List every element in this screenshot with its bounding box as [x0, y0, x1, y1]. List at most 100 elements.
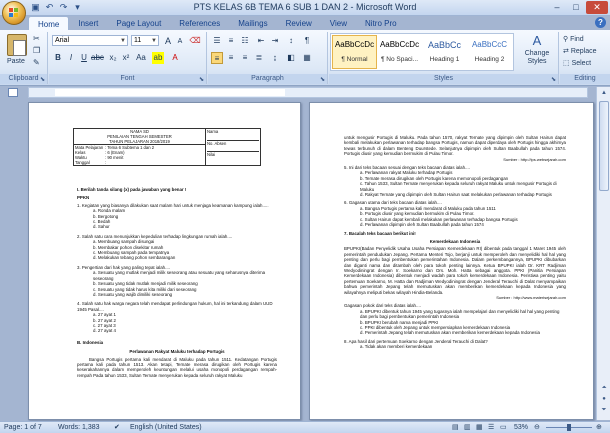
close-button[interactable]: ✕: [586, 1, 608, 14]
exam-header-table: NAMA SD PENILAIAN TENGAH SEMESTER TAHUN …: [73, 128, 261, 166]
change-case-icon[interactable]: Aa: [135, 52, 147, 64]
paragraph-launcher-icon[interactable]: ⬊: [320, 76, 325, 83]
find-button[interactable]: ⚲ Find: [563, 35, 584, 43]
scroll-thumb[interactable]: [599, 101, 609, 191]
zoom-level[interactable]: 53%: [514, 422, 528, 433]
strikethrough-icon[interactable]: abc: [91, 52, 104, 64]
font-size-combo[interactable]: 11 ▼: [131, 35, 159, 46]
tab-mailings[interactable]: Mailings: [229, 16, 276, 30]
horizontal-ruler[interactable]: [28, 87, 588, 98]
justify-icon[interactable]: ≣: [253, 52, 265, 64]
zoom-out-icon[interactable]: ⊖: [534, 422, 540, 433]
italic-icon[interactable]: I: [65, 52, 77, 64]
show-formatting-icon[interactable]: ¶: [301, 35, 313, 47]
style-heading-2[interactable]: AaBbCcC Heading 2: [467, 35, 512, 69]
absen-label: No. Absen: [207, 140, 259, 151]
style-heading-1[interactable]: AaBbCc Heading 1: [422, 35, 467, 69]
language-indicator[interactable]: English (United States): [130, 422, 202, 433]
select-button[interactable]: ⬚ Select: [563, 59, 591, 67]
header-right-cell: Nama No. Absen Nilai: [205, 128, 261, 166]
header-info-cell: Mata Pelajaran: Tema 6 Subtema 1 dan 2 K…: [73, 144, 206, 166]
decrease-indent-icon[interactable]: ⇤: [255, 35, 267, 47]
tab-home[interactable]: Home: [28, 16, 70, 30]
editing-group: ⚲ Find ⇄ Replace ⬚ Select Editing: [560, 32, 610, 84]
ruler-toggle-icon[interactable]: [8, 88, 18, 97]
zoom-in-icon[interactable]: ⊕: [596, 422, 602, 433]
bullets-icon[interactable]: ☰: [211, 35, 223, 47]
grow-font-icon[interactable]: A: [162, 35, 174, 47]
font-name-value: Arial: [55, 37, 70, 44]
reading-text: Bangsa Portugis pertama kali mendarat di…: [77, 356, 277, 378]
spelling-check-icon[interactable]: ✔: [114, 422, 120, 433]
view-outline-icon[interactable]: ☰: [488, 422, 494, 433]
ribbon: Paste ✂ ❐ ✎ Clipboard ⬊ Arial ▼ 11 ▼ A A…: [0, 30, 610, 86]
document-page-1[interactable]: NAMA SD PENILAIAN TENGAH SEMESTER TAHUN …: [28, 102, 301, 420]
change-styles-button[interactable]: A Change Styles: [518, 32, 556, 72]
subscript-icon[interactable]: x₂: [107, 52, 119, 64]
tab-page-layout[interactable]: Page Layout: [107, 16, 170, 30]
cut-icon[interactable]: ✂: [33, 34, 40, 43]
replace-button[interactable]: ⇄ Replace: [563, 47, 597, 55]
page-count[interactable]: Page: 1 of 7: [4, 422, 42, 433]
tab-references[interactable]: References: [170, 16, 229, 30]
answer-option: a. BPUPKI dibentuk tahun 1945 yang tugas…: [360, 308, 560, 320]
question-4: 4. Salah satu hak warga negara telah men…: [77, 301, 277, 333]
style-no-spacing[interactable]: AaBbCcDc ¶ No Spaci...: [377, 35, 422, 69]
highlight-icon[interactable]: ab: [152, 52, 164, 64]
help-icon[interactable]: ?: [595, 17, 606, 28]
school-year: TAHUN PELAJARAN 2018/2019: [109, 139, 170, 144]
format-painter-icon[interactable]: ✎: [33, 58, 40, 67]
multilevel-list-icon[interactable]: ☷: [239, 35, 251, 47]
styles-launcher-icon[interactable]: ⬊: [551, 76, 556, 83]
view-full-screen-icon[interactable]: ▥: [464, 422, 471, 433]
font-name-combo[interactable]: Arial ▼: [52, 35, 128, 46]
borders-icon[interactable]: ▦: [301, 52, 313, 64]
maximize-button[interactable]: □: [567, 1, 585, 14]
font-color-icon[interactable]: A: [169, 52, 181, 64]
font-group-label: Font: [49, 74, 206, 84]
tab-insert[interactable]: Insert: [69, 16, 107, 30]
left-page-body: I. Berilah tanda silang (x) pada jawaban…: [77, 187, 277, 378]
paste-button[interactable]: Paste: [2, 32, 30, 72]
tab-view[interactable]: View: [321, 16, 356, 30]
shading-icon[interactable]: ◧: [285, 52, 297, 64]
font-launcher-icon[interactable]: ⬊: [199, 76, 204, 83]
answer-option: d. Rakyat Ternate yang dipimpin oleh Sul…: [360, 192, 552, 198]
zoom-slider-thumb[interactable]: [567, 424, 571, 431]
info-value: :: [105, 160, 107, 165]
sort-icon[interactable]: ↕: [285, 35, 297, 47]
view-web-layout-icon[interactable]: ▦: [476, 422, 483, 433]
vertical-scrollbar[interactable]: ▲ ⏶ ● ⏷: [596, 87, 610, 420]
style-name: ¶ Normal: [341, 56, 368, 63]
clear-formatting-icon[interactable]: ⌫: [189, 35, 201, 47]
info-row: Tanggal:: [75, 160, 204, 165]
previous-page-icon[interactable]: ⏶: [599, 383, 609, 393]
increase-indent-icon[interactable]: ⇥: [269, 35, 281, 47]
view-draft-icon[interactable]: ▭: [500, 422, 507, 433]
scroll-up-icon[interactable]: ▲: [599, 88, 609, 98]
tab-review[interactable]: Review: [277, 16, 321, 30]
minimize-button[interactable]: –: [548, 1, 566, 14]
header-title-cell: NAMA SD PENILAIAN TENGAH SEMESTER TAHUN …: [73, 128, 206, 145]
line-spacing-icon[interactable]: ↨: [269, 52, 281, 64]
shrink-font-icon[interactable]: A: [174, 36, 186, 48]
align-left-icon[interactable]: ≡: [211, 52, 223, 64]
editing-group-label: Editing: [560, 74, 610, 84]
select-browse-object-icon[interactable]: ●: [599, 394, 609, 404]
superscript-icon[interactable]: x²: [120, 52, 132, 64]
copy-icon[interactable]: ❐: [33, 46, 40, 55]
underline-icon[interactable]: U: [78, 52, 90, 64]
numbering-icon[interactable]: ≡: [225, 35, 237, 47]
align-center-icon[interactable]: ≡: [225, 52, 237, 64]
clipboard-launcher-icon[interactable]: ⬊: [40, 76, 45, 83]
next-page-icon[interactable]: ⏷: [599, 405, 609, 415]
tab-nitro-pro[interactable]: Nitro Pro: [356, 16, 406, 30]
office-button[interactable]: [2, 1, 26, 25]
align-right-icon[interactable]: ≡: [239, 52, 251, 64]
style-normal[interactable]: AaBbCcDc ¶ Normal: [332, 35, 377, 69]
question-text: 4. Salah satu hak warga negara telah men…: [77, 301, 273, 312]
view-print-layout-icon[interactable]: ▤: [452, 422, 459, 433]
bold-icon[interactable]: B: [52, 52, 64, 64]
word-count[interactable]: Words: 1,383: [58, 422, 100, 433]
document-page-2[interactable]: untuk mengusir Portugis di Maluku. Pada …: [309, 102, 594, 420]
